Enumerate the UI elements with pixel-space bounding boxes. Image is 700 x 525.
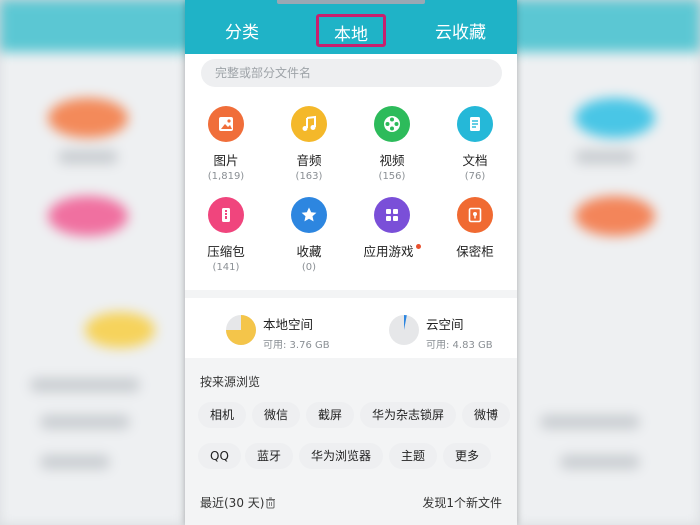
source-chip-themes[interactable]: 主题 <box>389 443 438 469</box>
category-safe[interactable]: 保密柜 <box>440 197 510 260</box>
cloud-storage-name: 云空间 <box>426 317 464 332</box>
source-chip-bluetooth[interactable]: 蓝牙 <box>245 443 294 469</box>
cloud-storage-available: 可用: 4.83 GB <box>426 340 493 351</box>
tab-category[interactable]: 分类 <box>225 18 259 43</box>
category-documents[interactable]: 文档 (76) <box>440 106 510 182</box>
music-note-icon <box>291 106 327 142</box>
trash-icon[interactable] <box>265 497 276 512</box>
document-icon <box>457 106 493 142</box>
local-storage-name: 本地空间 <box>263 317 314 332</box>
local-storage-available: 可用: 3.76 GB <box>263 340 330 351</box>
category-count: (141) <box>212 262 240 273</box>
phone-screen: 分类 本地 云收藏 图片 (1,819) 音频 (163) 视频 (156) <box>185 0 517 525</box>
new-badge-dot <box>415 244 421 249</box>
source-chip-qq[interactable]: QQ <box>198 443 241 469</box>
source-chip-wechat[interactable]: 微信 <box>252 402 301 428</box>
source-chip-camera[interactable]: 相机 <box>198 402 247 428</box>
category-label: 压缩包 <box>207 244 245 259</box>
source-chip-huawei-magazine[interactable]: 华为杂志锁屏 <box>360 402 457 428</box>
category-label: 应用游戏 <box>357 241 427 260</box>
status-handle <box>277 0 425 4</box>
category-audio[interactable]: 音频 (163) <box>274 106 344 182</box>
category-count: (163) <box>295 171 323 182</box>
category-label: 收藏 <box>296 244 322 259</box>
category-apps-games[interactable]: 应用游戏 <box>357 197 427 260</box>
cloud-storage-pie <box>389 315 419 345</box>
category-count: (156) <box>378 171 406 182</box>
category-count: (0) <box>301 262 317 273</box>
apps-grid-icon <box>374 197 410 233</box>
top-tab-bar: 分类 本地 云收藏 <box>185 0 517 54</box>
recent-files-label[interactable]: 最近(30 天) <box>200 494 276 512</box>
category-video[interactable]: 视频 (156) <box>357 106 427 182</box>
source-chip-screenshots[interactable]: 截屏 <box>306 402 355 428</box>
tab-cloud-favorites[interactable]: 云收藏 <box>435 18 486 43</box>
category-favorites[interactable]: 收藏 (0) <box>274 197 344 273</box>
source-chip-huawei-browser[interactable]: 华为浏览器 <box>299 443 384 469</box>
category-archives[interactable]: 压缩包 (141) <box>191 197 261 273</box>
new-files-notice[interactable]: 发现1个新文件 <box>422 494 502 511</box>
image-icon <box>208 106 244 142</box>
browse-by-source-title: 按来源浏览 <box>200 375 261 389</box>
source-chip-weibo[interactable]: 微博 <box>462 402 511 428</box>
zip-icon <box>208 197 244 233</box>
star-icon <box>291 197 327 233</box>
category-label: 保密柜 <box>456 244 494 259</box>
category-label: 音频 <box>296 153 322 168</box>
category-label: 视频 <box>379 153 405 168</box>
local-storage-pie <box>226 315 256 345</box>
cloud-storage[interactable]: 云空间 可用: 4.83 GB <box>388 314 508 354</box>
film-reel-icon <box>374 106 410 142</box>
category-count: (1,819) <box>207 171 245 182</box>
category-label: 文档 <box>462 153 488 168</box>
category-label: 图片 <box>213 153 239 168</box>
category-count: (76) <box>464 171 486 182</box>
search-input[interactable] <box>201 59 502 87</box>
tab-local[interactable]: 本地 <box>316 14 386 47</box>
source-chip-more[interactable]: 更多 <box>443 443 492 469</box>
safe-icon <box>457 197 493 233</box>
category-images[interactable]: 图片 (1,819) <box>191 106 261 182</box>
local-storage[interactable]: 本地空间 可用: 3.76 GB <box>225 314 345 354</box>
tab-local-label: 本地 <box>334 25 368 45</box>
